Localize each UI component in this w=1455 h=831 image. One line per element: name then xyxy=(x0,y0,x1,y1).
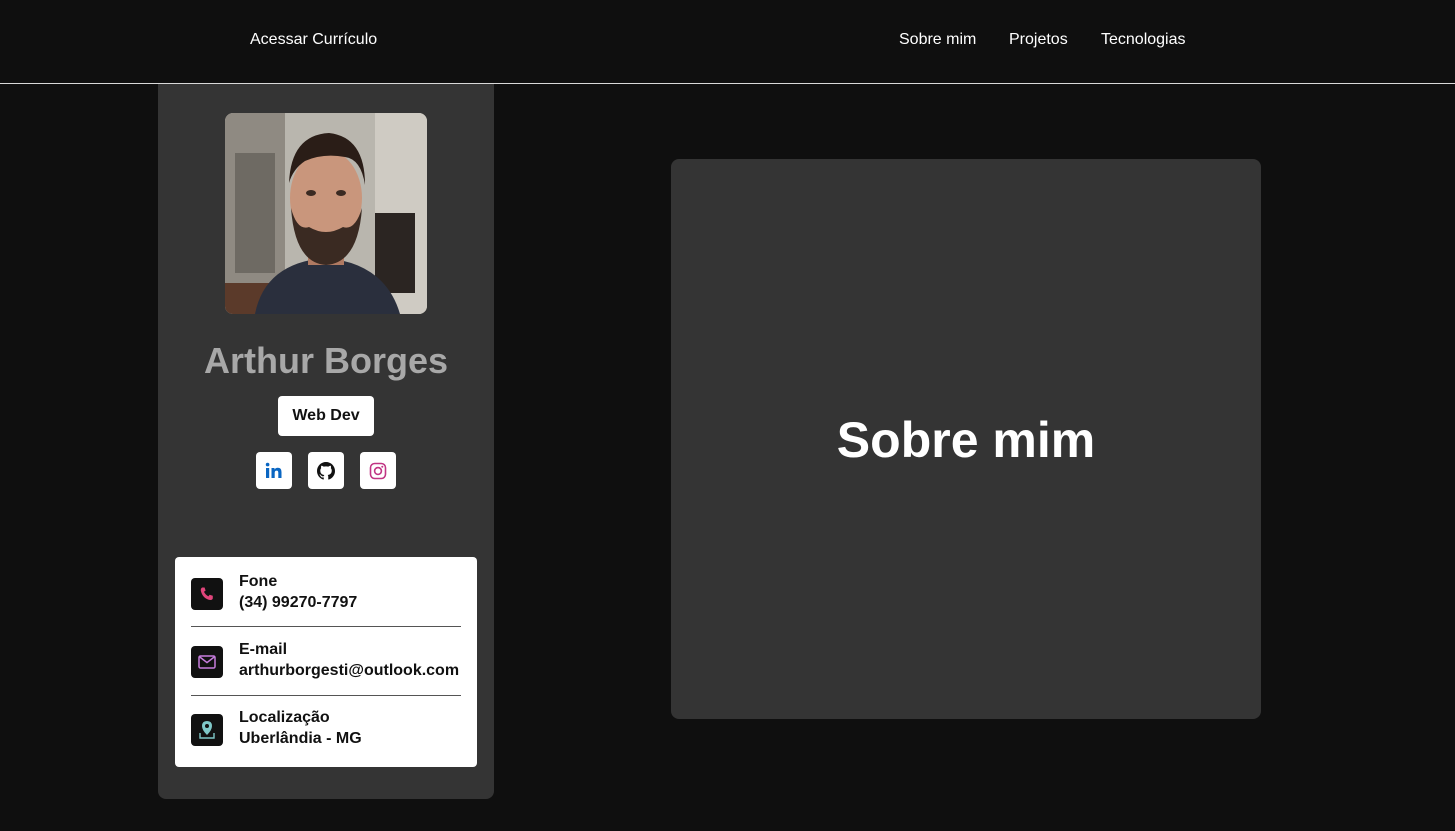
nav-link-projects[interactable]: Projetos xyxy=(1009,31,1068,49)
about-section: Sobre mim xyxy=(671,159,1261,719)
linkedin-icon xyxy=(265,462,282,478)
instagram-icon xyxy=(369,462,387,479)
profile-name: Arthur Borges xyxy=(203,340,449,381)
linkedin-button[interactable] xyxy=(256,452,292,489)
mail-icon xyxy=(198,655,216,669)
mail-icon-container xyxy=(191,646,223,678)
phone-icon-container xyxy=(191,578,223,610)
about-title: Sobre mim xyxy=(836,412,1096,468)
contact-phone-label: Fone xyxy=(239,573,278,590)
contact-phone-value: (34) 99270-7797 xyxy=(239,594,358,611)
profile-card: Arthur Borges Web Dev Fone (34) 99270-77… xyxy=(158,84,494,799)
instagram-button[interactable] xyxy=(360,452,396,489)
contact-info-box: Fone (34) 99270-7797 E-mail arthurborges… xyxy=(175,557,477,767)
contact-email-value: arthurborgesti@outlook.com xyxy=(239,662,460,679)
role-badge: Web Dev xyxy=(278,396,374,436)
top-navigation: Acessar Currículo Sobre mim Projetos Tec… xyxy=(0,0,1455,84)
nav-link-about[interactable]: Sobre mim xyxy=(899,31,976,49)
location-icon-container xyxy=(191,714,223,746)
github-button[interactable] xyxy=(308,452,344,489)
profile-photo xyxy=(225,113,427,314)
contact-divider xyxy=(191,695,461,696)
nav-link-technologies[interactable]: Tecnologias xyxy=(1101,31,1186,49)
contact-divider xyxy=(191,626,461,627)
contact-location-value: Uberlândia - MG xyxy=(239,730,362,747)
access-resume-link[interactable]: Acessar Currículo xyxy=(250,31,377,49)
phone-icon xyxy=(200,587,213,601)
contact-location-label: Localização xyxy=(239,709,330,726)
location-icon xyxy=(199,721,215,739)
contact-email-label: E-mail xyxy=(239,641,288,658)
github-icon xyxy=(317,461,335,480)
